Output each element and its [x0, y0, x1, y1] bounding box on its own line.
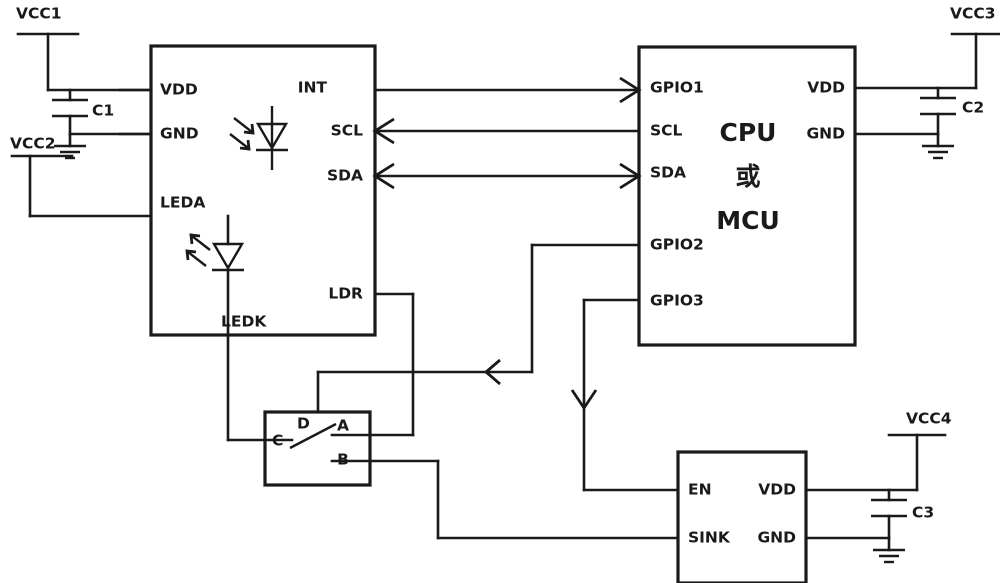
- driver-pin-vdd: VDD: [758, 481, 796, 499]
- mcu-pin-gpio2: GPIO2: [650, 236, 704, 254]
- wire-scl: [372, 117, 641, 145]
- vcc2-rail: [10, 154, 153, 218]
- vcc4-rail: [804, 433, 947, 492]
- sensor-pin-leda: LEDA: [160, 194, 205, 212]
- sensor-pin-ldr: LDR: [328, 285, 363, 303]
- mcu-pin-vdd: VDD: [807, 79, 845, 97]
- mcu-pin-gnd: GND: [806, 125, 845, 143]
- switch-terminal-d: D: [297, 415, 310, 433]
- driver-pin-sink: SINK: [688, 529, 731, 547]
- capacitor-c3: [804, 488, 907, 564]
- wire-switchb-to-sink: [330, 459, 680, 540]
- rail-label-vcc3: VCC3: [950, 5, 996, 23]
- vcc1-rail: [16, 32, 153, 92]
- sensor-pin-gnd: GND: [160, 125, 199, 143]
- sensor-pin-scl: SCL: [331, 122, 364, 140]
- mcu-pin-scl: SCL: [650, 122, 683, 140]
- wire-sda: [372, 162, 642, 190]
- mcu-core-label-mcu: MCU: [716, 206, 780, 235]
- circuit-schematic: VCC1 VCC2 VCC3 VCC4 C1 C2 C3 VDD GND LED…: [10, 5, 1000, 583]
- cap-label-c2: C2: [962, 99, 984, 117]
- cap-label-c3: C3: [912, 504, 934, 522]
- sensor-pin-ledk: LEDK: [221, 313, 267, 331]
- schematic-canvas: VCC1 VCC2 VCC3 VCC4 C1 C2 C3 VDD GND LED…: [0, 0, 1000, 583]
- rail-label-vcc2: VCC2: [10, 135, 56, 153]
- rail-label-vcc4: VCC4: [906, 410, 952, 428]
- sensor-pin-sda: SDA: [327, 167, 363, 185]
- capacitor-c2: [853, 86, 956, 160]
- switch-terminal-a: A: [337, 417, 349, 435]
- mcu-pin-gpio3: GPIO3: [650, 292, 704, 310]
- driver-block: [676, 450, 808, 583]
- driver-pin-en: EN: [688, 481, 712, 499]
- mcu-core-label-or: 或: [735, 162, 760, 191]
- switch-terminal-b: B: [337, 451, 349, 469]
- cap-label-c1: C1: [92, 102, 114, 120]
- capacitor-c1: [52, 88, 153, 160]
- wire-int-gpio1: [373, 76, 642, 104]
- mcu-pin-sda: SDA: [650, 164, 686, 182]
- sensor-pin-int: INT: [298, 79, 328, 97]
- rail-label-vcc1: VCC1: [16, 5, 62, 23]
- sensor-pin-vdd: VDD: [160, 81, 198, 99]
- mcu-pin-gpio1: GPIO1: [650, 79, 704, 97]
- mcu-core-label-cpu: CPU: [720, 118, 777, 147]
- switch-terminal-c: C: [272, 432, 283, 450]
- driver-pin-gnd: GND: [757, 529, 796, 547]
- vcc3-rail: [853, 32, 1000, 90]
